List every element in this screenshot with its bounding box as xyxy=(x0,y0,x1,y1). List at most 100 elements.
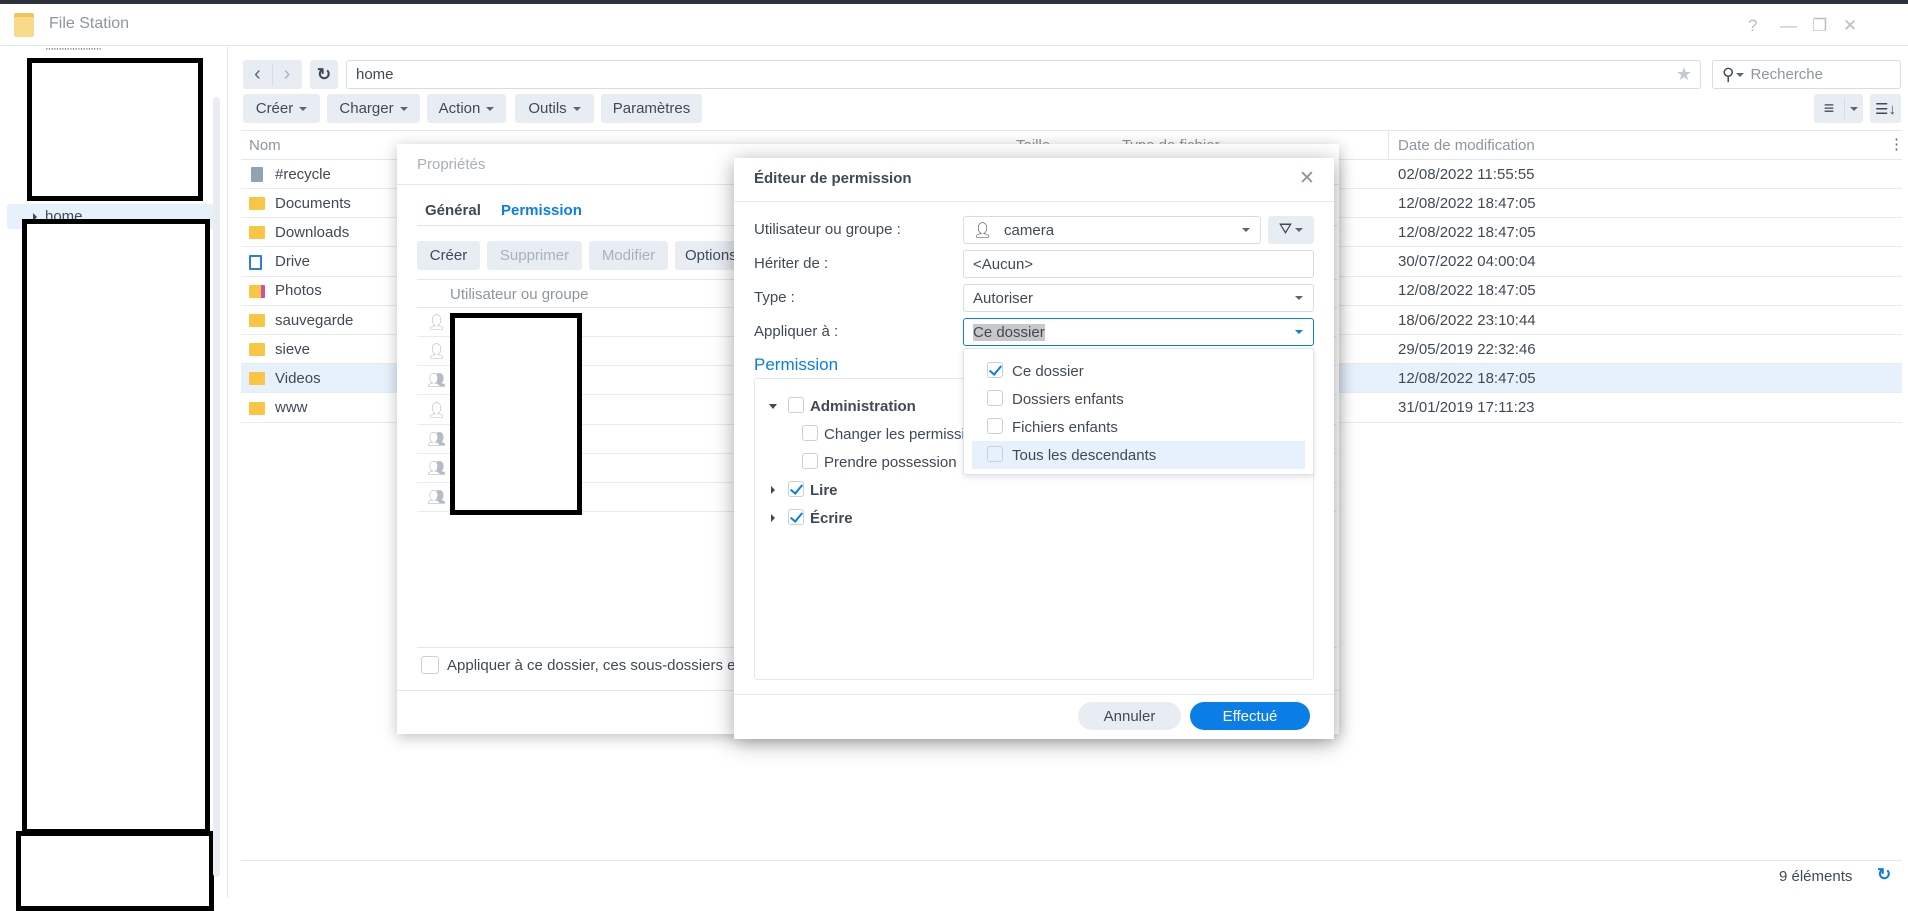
option-child-folders[interactable]: Dossiers enfants xyxy=(972,385,1305,413)
create-permission-button[interactable]: Créer xyxy=(417,241,480,270)
settings-button[interactable]: Paramètres xyxy=(601,94,702,123)
photos-folder-icon xyxy=(249,284,265,298)
file-modified-date: 12/08/2022 18:47:05 xyxy=(1398,282,1536,300)
tab-permission[interactable]: Permission xyxy=(501,202,582,219)
inherit-value: <Aucun> xyxy=(973,255,1034,273)
delete-permission-button[interactable]: Supprimer xyxy=(487,241,582,270)
refresh-button[interactable]: ↻ xyxy=(310,60,338,89)
option-checkbox[interactable] xyxy=(987,418,1003,434)
cancel-button[interactable]: Annuler xyxy=(1078,702,1181,730)
upload-button[interactable]: Charger xyxy=(327,94,420,123)
file-name: sieve xyxy=(275,340,311,358)
search-input[interactable]: ⚲ Recherche xyxy=(1712,60,1901,89)
file-modified-date: 12/08/2022 18:47:05 xyxy=(1398,223,1536,241)
file-name: Photos xyxy=(275,282,322,300)
path-value: home xyxy=(356,66,394,83)
tools-button[interactable]: Outils xyxy=(515,94,594,123)
close-icon[interactable]: ✕ xyxy=(1843,16,1857,36)
tree-item-label: Administration xyxy=(810,398,916,415)
sidebar: ····················· home homes xyxy=(0,43,228,911)
folder-icon xyxy=(249,197,265,211)
chevron-down-icon xyxy=(299,106,308,111)
tab-general[interactable]: Général xyxy=(425,202,481,219)
sidebar-partial-item: ····················· xyxy=(45,43,102,55)
chevron-down-icon xyxy=(1295,330,1303,334)
refresh-icon[interactable]: ↻ xyxy=(1877,865,1891,885)
option-checkbox[interactable] xyxy=(987,446,1003,462)
user-value: camera xyxy=(1004,221,1055,239)
chevron-down-icon xyxy=(1295,296,1303,300)
user-label: Utilisateur ou groupe : xyxy=(754,221,901,238)
take-ownership-checkbox[interactable] xyxy=(802,453,818,469)
apply-to-select[interactable]: Ce dossier xyxy=(963,318,1314,346)
administration-checkbox[interactable] xyxy=(788,397,804,413)
read-checkbox[interactable] xyxy=(788,481,804,497)
window-title: File Station xyxy=(49,15,130,32)
user-icon: 👤︎ xyxy=(427,314,447,331)
option-label: Fichiers enfants xyxy=(1012,419,1118,436)
folder-icon xyxy=(249,314,265,327)
column-modified[interactable]: Date de modification xyxy=(1398,137,1535,154)
file-name: sauvegarde xyxy=(275,311,354,329)
view-mode-button[interactable]: ≡ xyxy=(1814,94,1863,123)
dialog-title: Propriétés xyxy=(417,156,486,173)
divider xyxy=(734,201,1334,202)
restore-icon[interactable]: ❐ xyxy=(1812,16,1827,36)
folder-icon xyxy=(249,401,265,415)
write-checkbox[interactable] xyxy=(788,509,804,525)
done-button[interactable]: Effectué xyxy=(1190,702,1310,730)
chevron-down-icon xyxy=(1242,228,1250,232)
file-modified-date: 18/06/2022 23:10:44 xyxy=(1398,311,1536,329)
action-button[interactable]: Action xyxy=(427,94,506,123)
minimize-icon[interactable]: — xyxy=(1780,16,1797,36)
search-icon[interactable]: ⚲ xyxy=(1722,65,1734,85)
group-icon: 👥︎ xyxy=(427,372,447,390)
option-this-folder[interactable]: Ce dossier xyxy=(972,357,1305,385)
filter-button[interactable]: ⛛ xyxy=(1268,216,1314,244)
column-divider xyxy=(1388,131,1389,159)
forward-button[interactable]: › xyxy=(273,63,302,86)
sidebar-scrollbar[interactable] xyxy=(213,97,220,877)
apply-recursive-checkbox[interactable] xyxy=(421,656,439,674)
close-icon[interactable]: ✕ xyxy=(1299,167,1315,190)
type-select[interactable]: Autoriser xyxy=(963,284,1314,312)
chevron-down-icon xyxy=(399,106,408,111)
change-permissions-checkbox[interactable] xyxy=(802,425,818,441)
back-button[interactable]: ‹ xyxy=(244,63,273,86)
option-checkbox[interactable] xyxy=(987,362,1003,378)
option-all-descendants[interactable]: Tous les descendants xyxy=(972,441,1305,469)
option-child-files[interactable]: Fichiers enfants xyxy=(972,413,1305,441)
collapse-arrow-icon[interactable] xyxy=(769,404,777,409)
permission-editor-dialog: Éditeur de permission ✕ Utilisateur ou g… xyxy=(734,158,1334,739)
file-name: Videos xyxy=(275,369,321,387)
favorite-star-icon[interactable]: ★ xyxy=(1676,64,1692,85)
grid-column-user: Utilisateur ou groupe xyxy=(450,286,589,303)
tree-item-label: Lire xyxy=(810,482,838,499)
column-options-icon[interactable]: ⋮ xyxy=(1889,135,1904,153)
trash-icon xyxy=(251,167,263,182)
user-select[interactable]: 👤︎ camera xyxy=(963,216,1261,244)
file-modified-date: 12/08/2022 18:47:05 xyxy=(1398,194,1536,212)
sort-icon[interactable]: ☰↓ xyxy=(1870,94,1901,123)
expand-arrow-icon[interactable] xyxy=(771,486,775,494)
expand-arrow-icon[interactable] xyxy=(771,514,775,522)
redacted-area xyxy=(27,58,203,201)
list-view-icon: ≡ xyxy=(1814,98,1845,119)
group-icon: 👥︎ xyxy=(427,489,447,507)
file-station-logo-icon xyxy=(14,13,34,37)
inherit-field: <Aucun> xyxy=(963,250,1314,278)
button-label: Action xyxy=(438,100,481,117)
button-label: Charger xyxy=(339,100,394,117)
create-button[interactable]: Créer xyxy=(243,94,320,123)
inherit-label: Hériter de : xyxy=(754,255,829,272)
status-bar: 9 éléments ↻ xyxy=(241,860,1902,890)
option-checkbox[interactable] xyxy=(987,390,1003,406)
help-icon[interactable]: ? xyxy=(1748,16,1757,36)
file-modified-date: 30/07/2022 04:00:04 xyxy=(1398,253,1536,271)
edit-permission-button[interactable]: Modifier xyxy=(589,241,668,270)
file-name: Drive xyxy=(275,253,311,271)
path-input[interactable]: home ★ xyxy=(346,60,1701,89)
dialog-title: Éditeur de permission xyxy=(754,170,912,187)
folder-icon xyxy=(249,343,265,357)
column-name[interactable]: Nom xyxy=(249,137,281,154)
